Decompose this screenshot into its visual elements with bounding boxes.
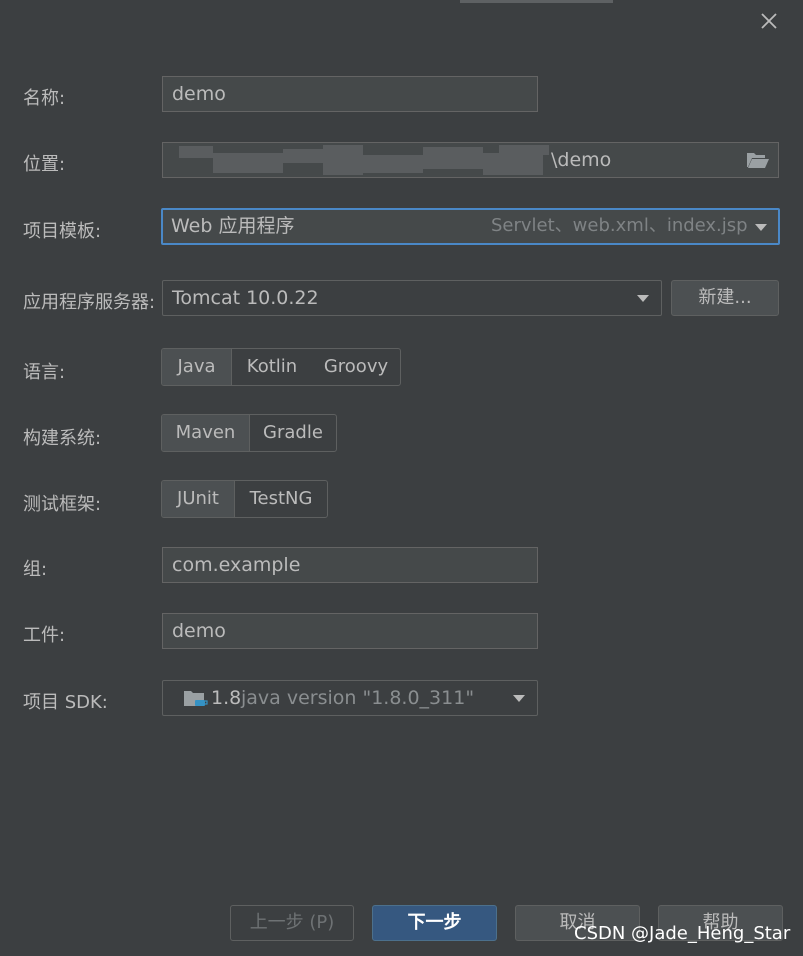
previous-button[interactable]: 上一步 (P): [230, 905, 354, 941]
template-hint: Servlet、web.xml、index.jsp: [491, 215, 748, 236]
location-field[interactable]: \demo: [162, 142, 779, 178]
artifact-field[interactable]: demo: [162, 613, 538, 649]
language-option-groovy[interactable]: Groovy: [312, 349, 400, 385]
server-dropdown[interactable]: Tomcat 10.0.22: [162, 280, 662, 316]
chevron-down-icon: [513, 695, 525, 702]
build-option-gradle[interactable]: Gradle: [250, 415, 336, 451]
template-dropdown[interactable]: Web 应用程序 Servlet、web.xml、index.jsp: [161, 208, 780, 245]
new-server-button[interactable]: 新建...: [671, 280, 779, 316]
sdk-detail: java version "1.8.0_311": [241, 687, 475, 709]
build-system-selector[interactable]: Maven Gradle: [161, 414, 337, 452]
template-label: 项目模板:: [23, 221, 102, 242]
jdk-folder-icon: [184, 691, 208, 706]
redacted-path: [363, 155, 423, 173]
template-value: Web 应用程序: [171, 215, 295, 237]
test-framework-selector[interactable]: JUnit TestNG: [161, 480, 328, 518]
artifact-label: 工件:: [23, 625, 66, 646]
server-value: Tomcat 10.0.22: [172, 287, 319, 309]
redacted-path: [213, 153, 283, 173]
test-option-testng[interactable]: TestNG: [235, 481, 327, 517]
language-label: 语言:: [23, 362, 66, 383]
name-label: 名称:: [23, 88, 66, 109]
location-suffix: \demo: [551, 149, 612, 171]
close-icon[interactable]: [757, 9, 781, 33]
location-label: 位置:: [23, 154, 66, 175]
name-field[interactable]: demo: [162, 76, 538, 112]
redacted-path: [499, 145, 549, 155]
window-top-accent: [460, 0, 613, 3]
build-system-label: 构建系统:: [23, 428, 102, 449]
redacted-path: [179, 146, 213, 158]
chevron-down-icon: [755, 224, 767, 231]
build-option-maven[interactable]: Maven: [162, 415, 250, 451]
chevron-down-icon: [637, 295, 649, 302]
redacted-path: [483, 153, 543, 175]
sdk-dropdown[interactable]: 1.8 java version "1.8.0_311": [162, 680, 538, 716]
redacted-path: [283, 149, 323, 163]
language-option-kotlin[interactable]: Kotlin: [232, 349, 312, 385]
redacted-path: [423, 147, 483, 169]
group-field[interactable]: com.example: [162, 547, 538, 583]
language-selector[interactable]: Java Kotlin Groovy: [161, 348, 401, 386]
folder-open-icon[interactable]: [746, 151, 770, 169]
test-framework-label: 测试框架:: [23, 494, 102, 515]
language-option-java[interactable]: Java: [162, 349, 232, 385]
sdk-label: 项目 SDK:: [23, 692, 108, 713]
redacted-path: [323, 145, 363, 175]
sdk-version: 1.8: [211, 687, 242, 709]
server-label: 应用程序服务器:: [23, 292, 156, 313]
watermark: CSDN @Jade_Heng_Star: [574, 923, 791, 944]
test-option-junit[interactable]: JUnit: [162, 481, 235, 517]
group-label: 组:: [23, 559, 48, 580]
next-button[interactable]: 下一步: [372, 905, 497, 941]
